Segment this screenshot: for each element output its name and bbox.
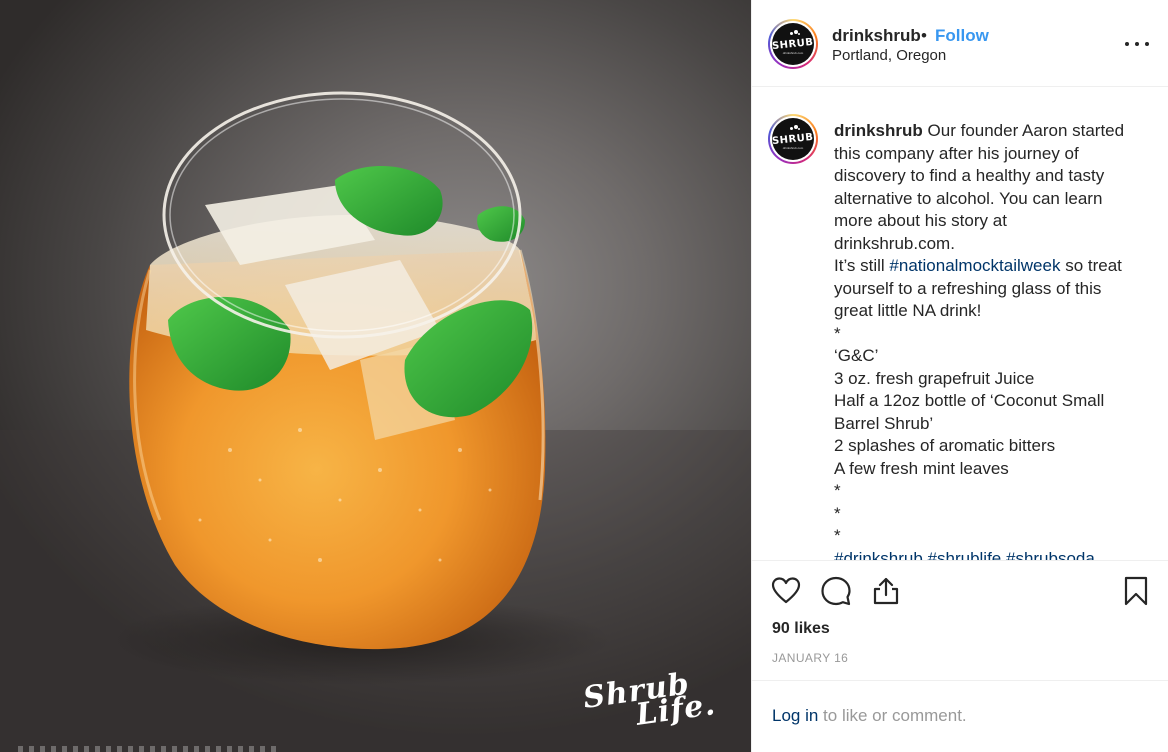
more-options-icon[interactable] [1125,36,1149,52]
heart-icon[interactable] [770,575,802,607]
avatar-logo-text: SHRUB [771,36,815,52]
caption-username[interactable]: drinkshrub [834,121,923,140]
header-separator: • [921,26,927,45]
caption-line2-2: * [834,323,841,343]
caption-line-1: this company after his journey of [834,143,1079,163]
share-icon[interactable] [870,575,902,607]
avatar-logo-sub: drinkshrub.com [782,51,804,55]
caption-line-3: alternative to alcohol. You can learn [834,188,1103,208]
caption-avatar[interactable]: SHRUB drinkshrub.com [768,114,818,164]
login-link[interactable]: Log in [772,706,818,725]
caption-line2-11: * [834,526,841,545]
header-username[interactable]: drinkshrub [832,26,921,46]
photo-bottom-texture [18,746,278,752]
caption-text: drinkshrub Our founder Aaron started thi… [834,120,1152,561]
login-prompt: Log in to like or comment. [772,706,967,726]
post-date[interactable]: JANUARY 16 [772,651,848,665]
caption-still-pre: It’s still [834,256,890,275]
caption-line2-4: 3 oz. fresh grapefruit Juice [834,368,1035,388]
caption-line2-7: 2 splashes of aromatic bitters [834,436,1056,455]
caption-line2-10: * [834,503,841,523]
caption-line2-5: Half a 12oz bottle of ‘Coconut Small [834,391,1105,410]
follow-button[interactable]: Follow [935,26,989,46]
post-sidebar: SHRUB drinkshrub.com drinkshrub • Follow… [751,0,1168,752]
post-header: SHRUB drinkshrub.com drinkshrub • Follow… [752,0,1168,87]
login-rest: to like or comment. [818,706,967,725]
bookmark-icon[interactable] [1120,575,1152,607]
caption-line-4: more about his story at [834,211,1007,230]
caption-avatar-logo-sub: drinkshrub.com [782,146,804,150]
comment-icon[interactable] [820,575,852,607]
post-caption: SHRUB drinkshrub.com drinkshrub Our foun… [752,88,1168,561]
caption-line2-0: yourself to a refreshing glass of this [834,278,1102,298]
caption-line-2: discovery to find a healthy and tasty [834,166,1105,185]
caption-line-5: drinkshrub.com. [834,233,955,253]
caption-line2-1: great little NA drink! [834,301,982,320]
post-photo[interactable]: Shrub Life. [0,0,751,752]
drink-illustration [0,91,751,752]
hashtag-nationalmocktailweek[interactable]: #nationalmocktailweek [889,256,1060,275]
caption-line-0: Our founder Aaron started [927,121,1125,140]
post-actions: 90 likes JANUARY 16 [752,561,1168,681]
profile-avatar[interactable]: SHRUB drinkshrub.com [768,19,818,69]
caption-avatar-logo-text: SHRUB [771,131,815,147]
caption-line2-9: * [834,481,841,500]
likes-count[interactable]: 90 likes [772,620,830,638]
caption-hashtags[interactable]: #drinkshrub #shrublife #shrubsoda [834,548,1152,561]
caption-still-post: so treat [1060,256,1122,275]
caption-line2-8: A few fresh mint leaves [834,458,1009,478]
caption-line2-6: Barrel Shrub’ [834,413,934,433]
caption-line2-3: ‘G&C’ [834,346,879,365]
post-location[interactable]: Portland, Oregon [832,47,946,64]
